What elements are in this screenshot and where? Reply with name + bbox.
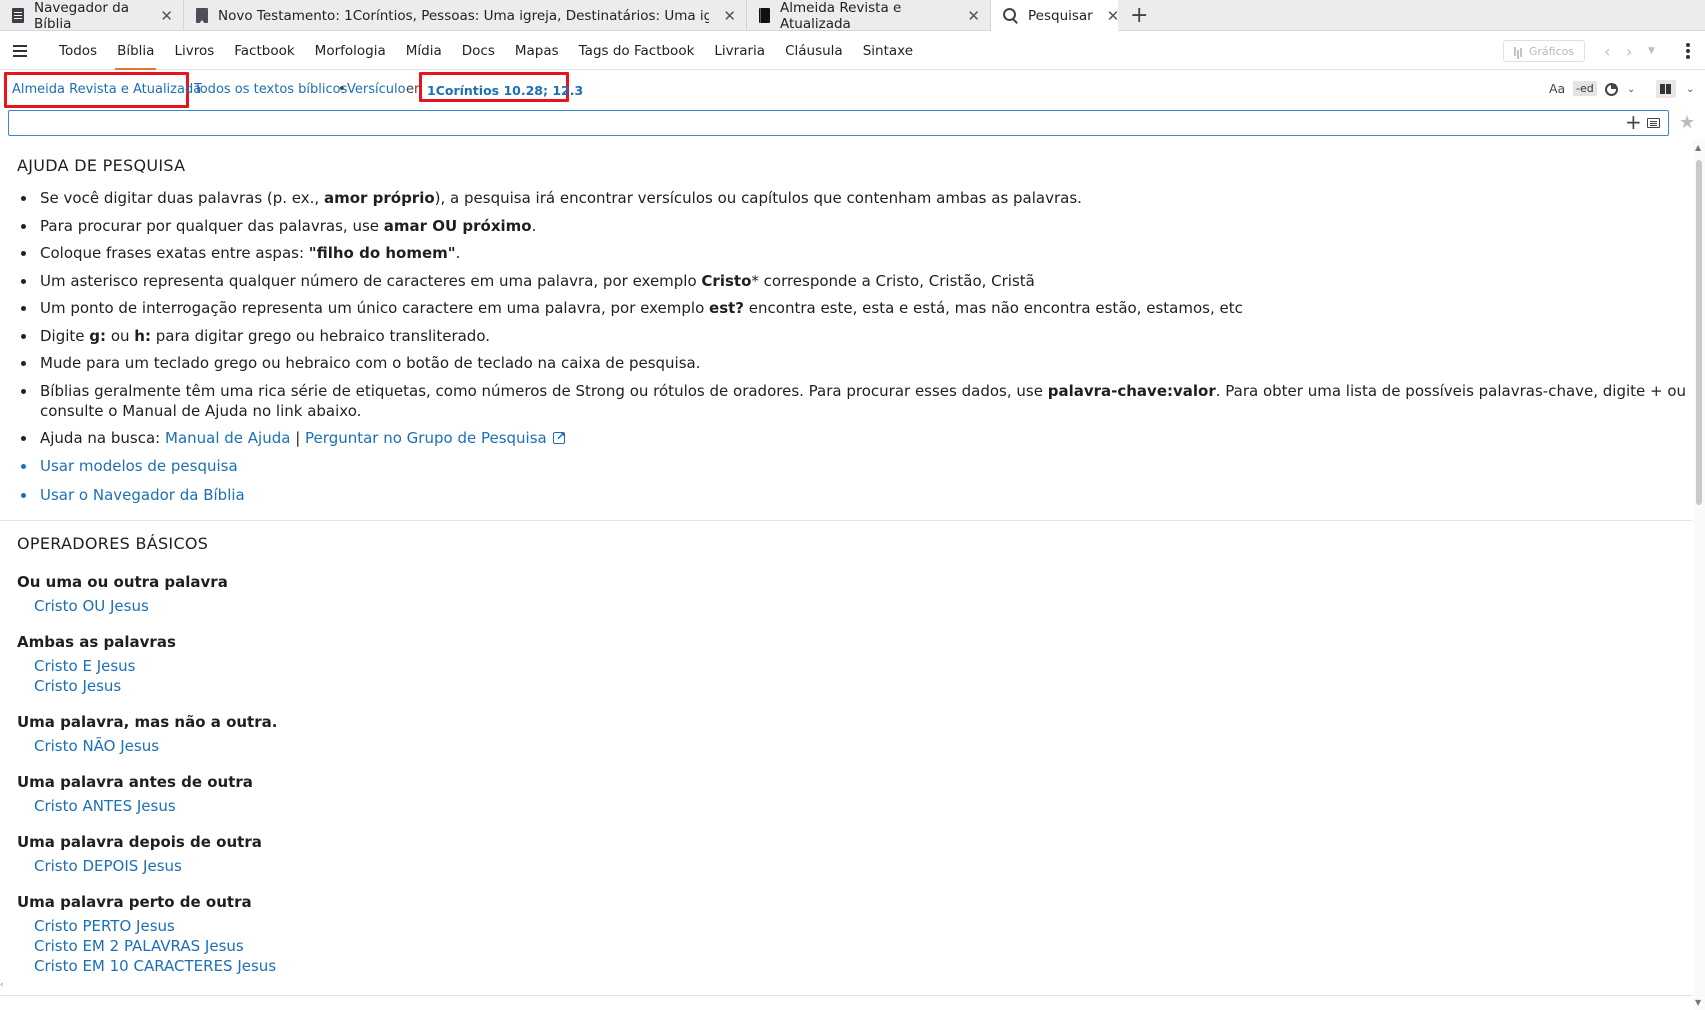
tab-label: Pesquisar — [1028, 7, 1093, 24]
category-factbook[interactable]: Factbook — [224, 32, 304, 70]
list-item: Mude para um teclado grego ou hebraico c… — [17, 353, 1687, 373]
help-manual-link[interactable]: Manual de Ajuda — [165, 429, 290, 447]
search-icon — [1003, 8, 1018, 23]
list-item: Para procurar por qualquer das palavras,… — [17, 216, 1687, 236]
tab-label: Navegador da Bíblia — [34, 0, 130, 32]
unit-selector-link[interactable]: Versículo — [347, 82, 406, 97]
tab-label: Almeida Revista e Atualizada — [780, 0, 902, 32]
operator-example-link[interactable]: Cristo EM 10 CARACTERES Jesus — [17, 956, 276, 976]
scroll-down-arrow-icon[interactable]: ▼ — [1695, 998, 1701, 1007]
vertical-scrollbar[interactable]: ▲ ▼ — [1693, 140, 1705, 1010]
chevron-left-icon[interactable]: ‹ — [1604, 42, 1610, 61]
chevron-down-icon[interactable]: ⌄ — [1627, 84, 1635, 95]
chevron-right-icon[interactable]: › — [1626, 42, 1632, 61]
operator-example-link[interactable]: Cristo EM 2 PALAVRAS Jesus — [17, 936, 276, 956]
tab-almeida[interactable]: Almeida Revista e Atualizada ✕ — [747, 0, 991, 32]
list-item: Bíblias geralmente têm uma rica série de… — [17, 381, 1687, 421]
ask-search-group-link[interactable]: Perguntar no Grupo de Pesquisa — [305, 429, 547, 447]
resource-selector-link[interactable]: Almeida Revista e Atualizada — [12, 82, 201, 97]
list-item: Coloque frases exatas entre aspas: "filh… — [17, 243, 1687, 263]
add-keyword-plus-icon[interactable]: + — [1625, 111, 1642, 133]
list-item: Se você digitar duas palavras (p. ex., a… — [17, 188, 1687, 208]
close-icon[interactable]: ✕ — [1093, 7, 1120, 25]
bookmark-icon — [196, 8, 208, 24]
texts-selector-link[interactable]: Todos os textos bíblicos — [194, 82, 347, 97]
chevron-down-icon[interactable]: ⌄ — [1686, 84, 1694, 95]
operator-example-link[interactable]: Cristo Jesus — [17, 676, 176, 696]
operator-example-link[interactable]: Cristo DEPOIS Jesus — [17, 856, 262, 876]
bible-browser-link[interactable]: Usar o Navegador da Bíblia — [40, 486, 245, 504]
more-options-icon[interactable] — [1686, 43, 1690, 59]
columns-layout-icon[interactable] — [1656, 80, 1676, 98]
category-biblia[interactable]: Bíblia — [107, 32, 164, 70]
book-icon — [759, 8, 770, 23]
operator-example-link[interactable]: Cristo PERTO Jesus — [17, 916, 276, 936]
operator-example-link[interactable]: Cristo OU Jesus — [17, 596, 228, 616]
category-morfologia[interactable]: Morfologia — [305, 32, 396, 70]
list-item: Usar modelos de pesquisa — [17, 456, 1687, 476]
menu-icon[interactable] — [13, 44, 27, 57]
operator-example-link[interactable]: Cristo ANTES Jesus — [17, 796, 253, 816]
category-midia[interactable]: Mídia — [396, 32, 452, 70]
close-icon[interactable]: ✕ — [709, 7, 736, 25]
category-todos[interactable]: Todos — [49, 32, 107, 70]
search-templates-link[interactable]: Usar modelos de pesquisa — [40, 457, 238, 475]
graficos-label: Gráficos — [1528, 44, 1575, 58]
list-item: Digite g: ou h: para digitar grego ou he… — [17, 326, 1687, 346]
font-size-icon[interactable]: Aa — [1549, 81, 1565, 96]
star-icon[interactable]: ★ — [1679, 112, 1695, 133]
operator-group-and: Ambas as palavras Cristo E Jesus Cristo … — [17, 633, 176, 696]
panel-resize-grip-icon[interactable]: ‹ — [0, 980, 4, 990]
operator-group-after: Uma palavra depois de outra Cristo DEPOI… — [17, 833, 262, 876]
operators-section-title: OPERADORES BÁSICOS — [17, 534, 209, 553]
bar-chart-icon — [1513, 46, 1524, 56]
operator-group-not: Uma palavra, mas não a outra. Cristo NÃO… — [17, 713, 278, 756]
caret-down-icon[interactable]: ▼ — [1648, 46, 1655, 56]
graficos-button[interactable]: Gráficos — [1503, 40, 1585, 62]
operator-group-before: Uma palavra antes de outra Cristo ANTES … — [17, 773, 253, 816]
scrollbar-thumb[interactable] — [1696, 160, 1702, 505]
scroll-up-arrow-icon[interactable]: ▲ — [1695, 143, 1701, 152]
list-item: Um ponto de interrogação representa um ú… — [17, 298, 1687, 318]
list-item: Usar o Navegador da Bíblia — [17, 485, 1687, 505]
section-divider — [0, 520, 1692, 521]
operator-group-or: Ou uma ou outra palavra Cristo OU Jesus — [17, 573, 228, 616]
help-section-title: AJUDA DE PESQUISA — [17, 156, 186, 175]
section-divider — [0, 995, 1692, 996]
tab-navegador-da-biblia[interactable]: Navegador da Bíblia ✕ — [0, 0, 184, 32]
document-icon — [12, 8, 24, 23]
category-sintaxe[interactable]: Sintaxe — [853, 32, 923, 70]
category-docs[interactable]: Docs — [452, 32, 505, 70]
inflected-forms-toggle[interactable]: -ed — [1573, 81, 1597, 96]
category-bar: Todos Bíblia Livros Factbook Morfologia … — [0, 32, 1705, 70]
list-item: Um asterisco representa qualquer número … — [17, 271, 1687, 291]
keyboard-icon[interactable] — [1647, 118, 1660, 128]
reference-selector-link[interactable]: 1Coríntios 10.28; 12.3 — [427, 83, 583, 98]
close-icon[interactable]: ✕ — [953, 7, 980, 25]
search-scope-row: Almeida Revista e Atualizada Todos os te… — [0, 71, 1705, 109]
visual-filter-icon[interactable] — [1605, 83, 1618, 96]
search-help-panel: AJUDA DE PESQUISA Se você digitar duas p… — [0, 140, 1692, 1010]
close-icon[interactable]: ✕ — [146, 7, 173, 25]
operator-group-near: Uma palavra perto de outra Cristo PERTO … — [17, 893, 277, 976]
category-livros[interactable]: Livros — [164, 32, 224, 70]
operator-example-link[interactable]: Cristo E Jesus — [17, 656, 176, 676]
scope-bullet: • — [338, 82, 346, 97]
new-tab-plus-icon[interactable]: + — [1118, 0, 1160, 30]
external-link-icon — [552, 426, 566, 446]
category-mapas[interactable]: Mapas — [505, 32, 569, 70]
category-clausula[interactable]: Cláusula — [775, 32, 853, 70]
search-input[interactable] — [8, 110, 1669, 136]
operator-example-link[interactable]: Cristo NÃO Jesus — [17, 736, 277, 756]
help-tips-list: Se você digitar duas palavras (p. ex., a… — [17, 188, 1687, 512]
tab-bar: Navegador da Bíblia ✕ Novo Testamento: 1… — [0, 0, 1705, 32]
tab-pesquisar[interactable]: Pesquisar ✕ — [991, 0, 1120, 31]
category-tags-do-factbook[interactable]: Tags do Factbook — [569, 32, 705, 70]
tab-novo-testamento[interactable]: Novo Testamento: 1Coríntios, Pessoas: Um… — [184, 0, 747, 31]
category-livraria[interactable]: Livraria — [704, 32, 775, 70]
list-item: Ajuda na busca: Manual de Ajuda | Pergun… — [17, 426, 1687, 448]
tab-label: Novo Testamento: 1Coríntios, Pessoas: Um… — [218, 7, 710, 24]
